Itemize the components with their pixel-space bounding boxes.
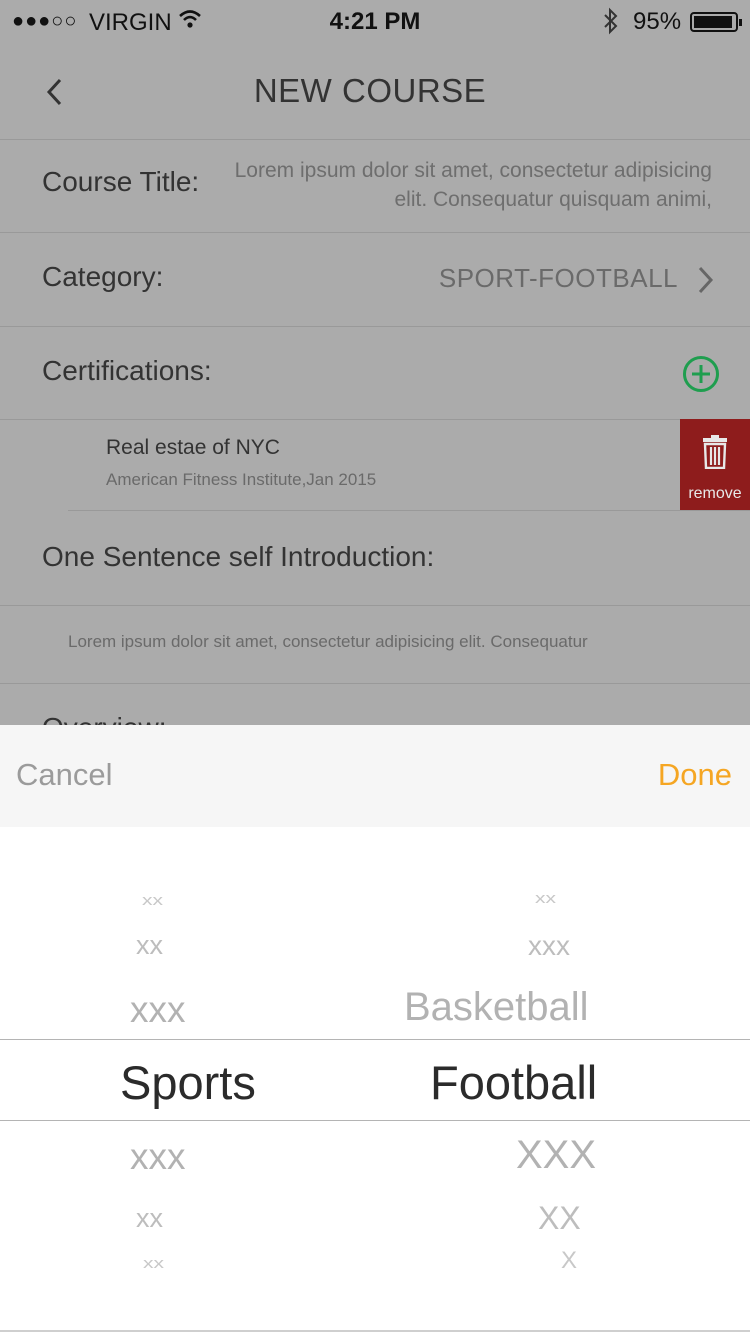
picker-toolbar: Cancel Done: [0, 725, 750, 827]
intro-row: One Sentence self Introduction:: [0, 511, 750, 606]
intro-label: One Sentence self Introduction:: [42, 541, 435, 572]
picker-left-option[interactable]: xxx: [130, 989, 186, 1031]
certification-detail: American Fitness Institute,Jan 2015: [106, 470, 377, 489]
new-course-page: ●●●○○ VIRGIN 4:21 PM 95% NEW COURSE Cour…: [0, 0, 750, 725]
trash-icon: [703, 435, 727, 469]
picker-right-option[interactable]: xx: [535, 891, 556, 908]
remove-certification-button[interactable]: remove: [680, 419, 750, 510]
course-title-label: Course Title:: [42, 166, 200, 197]
intro-text[interactable]: Lorem ipsum dolor sit amet, consectetur …: [68, 632, 588, 652]
certification-name: Real estae of NYC: [106, 436, 280, 459]
course-title-value[interactable]: Lorem ipsum dolor sit amet, consectetur …: [232, 156, 712, 214]
battery-icon: [690, 12, 742, 32]
certification-item[interactable]: Real estae of NYC American Fitness Insti…: [68, 420, 750, 511]
category-row[interactable]: Category: SPORT-FOOTBALL: [0, 233, 750, 327]
certifications-label: Certifications:: [42, 355, 212, 386]
picker-left-option[interactable]: xx: [142, 893, 163, 910]
category-label: Category:: [42, 261, 164, 292]
picker-left-option[interactable]: xx: [143, 1256, 164, 1273]
intro-text-row[interactable]: Lorem ipsum dolor sit amet, consectetur …: [0, 606, 750, 684]
overview-label: Overview:: [42, 712, 166, 725]
cancel-button[interactable]: Cancel: [16, 757, 113, 793]
picker-right-option[interactable]: xxx: [528, 930, 570, 962]
page-title: NEW COURSE: [253, 72, 487, 109]
selection-bottom-line: [0, 1120, 750, 1121]
chevron-right-icon: [696, 263, 716, 297]
picker-right-option[interactable]: Basketball: [404, 985, 589, 1030]
picker-left-option[interactable]: xx: [136, 930, 163, 961]
picker-left-selected[interactable]: Sports: [120, 1055, 256, 1110]
course-title-row[interactable]: Course Title: Lorem ipsum dolor sit amet…: [0, 140, 750, 233]
remove-label: remove: [688, 485, 742, 502]
picker-right-option[interactable]: X: [561, 1247, 577, 1275]
picker-left-option[interactable]: xxx: [130, 1136, 186, 1178]
battery-percent: 95%: [633, 8, 682, 35]
navigation-bar: NEW COURSE: [0, 44, 750, 140]
picker-right-selected[interactable]: Football: [430, 1055, 597, 1110]
certifications-row: Certifications:: [0, 327, 750, 420]
picker-left-option[interactable]: xx: [136, 1203, 163, 1234]
selection-top-line: [0, 1039, 750, 1040]
picker-right-option[interactable]: XXX: [516, 1133, 596, 1178]
add-certification-icon[interactable]: [682, 355, 720, 393]
status-bar: ●●●○○ VIRGIN 4:21 PM 95%: [0, 0, 750, 44]
bluetooth-icon: [602, 7, 620, 42]
category-picker[interactable]: xx xx xxx Sports xxx xx xx xx xxx Basket…: [0, 827, 750, 1334]
done-button[interactable]: Done: [658, 757, 732, 793]
picker-right-option[interactable]: XX: [538, 1200, 581, 1237]
category-value: SPORT-FOOTBALL: [438, 263, 678, 293]
picker-bottom-divider: [0, 1330, 750, 1332]
